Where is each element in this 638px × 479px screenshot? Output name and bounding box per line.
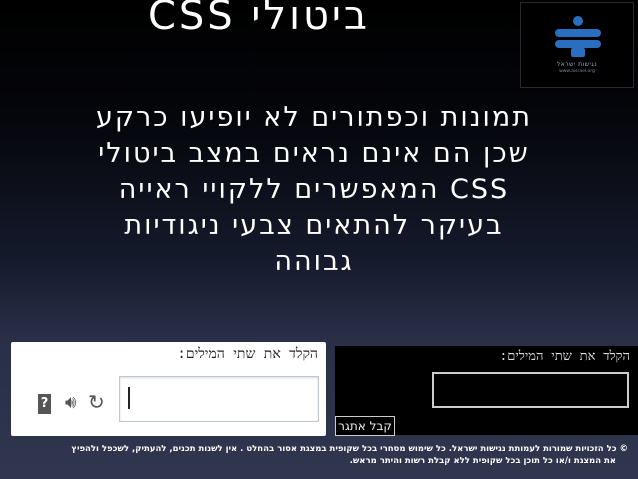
copyright-footer: © כל הזכויות שמורות לעמותת נגישות ישראל.…	[0, 443, 638, 479]
captcha-label: הקלד את שתי המילים:	[499, 349, 630, 364]
logo-url: www.aisrael.org	[559, 69, 595, 74]
text-cursor	[128, 387, 130, 409]
body-line: גבוהה	[274, 246, 354, 277]
body-line: תמונות וכפתורים לא יופיעו כרקע	[96, 102, 532, 133]
copyright-icon: ©	[619, 444, 629, 454]
footer-line: © כל הזכויות שמורות לעמותת נגישות ישראל.…	[0, 443, 638, 455]
organization-logo: נגישות ישראל www.aisrael.org	[520, 2, 634, 88]
logo-text: נגישות ישראל	[556, 61, 598, 68]
captcha-label: הקלד את שתי המילים:	[177, 346, 318, 362]
captcha-widget-no-css: הקלד את שתי המילים: קבל אתגר	[335, 346, 638, 436]
footer-text: כל הזכויות שמורות לעמותת נגישות ישראל. כ…	[71, 444, 617, 454]
accessibility-logo-icon	[555, 16, 601, 57]
body-line: שכן הם אינם נראים במצב ביטולי	[98, 138, 530, 169]
captcha-input[interactable]	[119, 376, 319, 422]
body-line: בעיקר להתאים צבעי ניגודיות	[124, 210, 504, 241]
get-challenge-button[interactable]: קבל אתגר	[335, 416, 395, 436]
footer-line: את המצגת ו/או כל תוכן בכל שקופית ללא קבל…	[349, 456, 616, 466]
captcha-widget-normal: הקלד את שתי המילים: ? 🔊︎ ↻	[11, 342, 326, 436]
help-icon[interactable]: ?	[38, 394, 51, 414]
refresh-icon[interactable]: ↻	[88, 390, 105, 414]
audio-icon[interactable]: 🔊︎	[65, 392, 76, 413]
slide-title: ביטולי CSS	[147, 0, 371, 39]
slide-body: תמונות וכפתורים לא יופיעו כרקע שכן הם אי…	[70, 100, 558, 280]
captcha-input[interactable]	[432, 372, 629, 408]
body-line: CSS המאפשרים ללקויי ראייה	[118, 174, 510, 205]
